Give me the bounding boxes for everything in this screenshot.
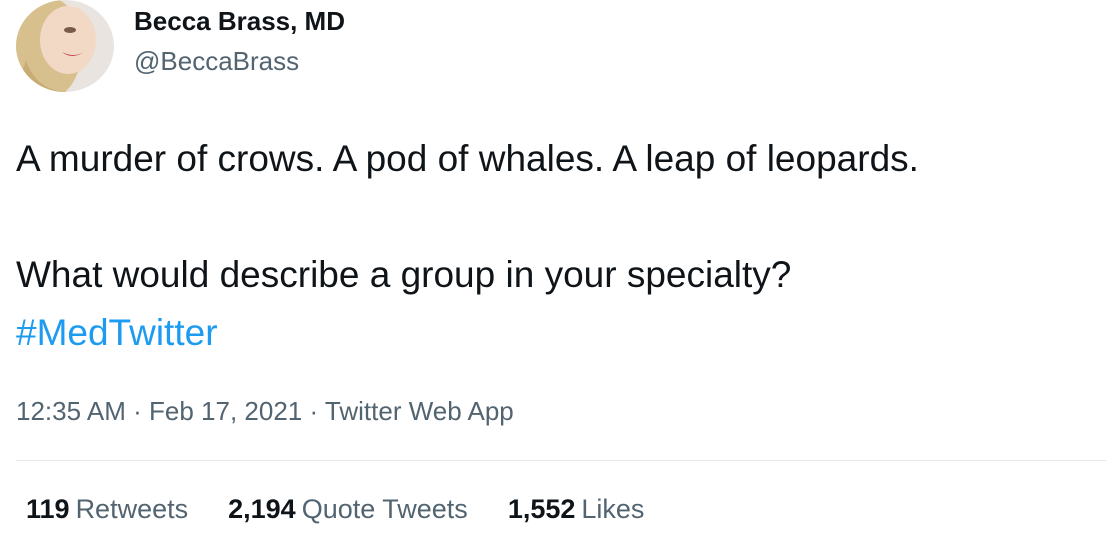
meta-separator: · — [309, 396, 319, 426]
author-handle[interactable]: @BeccaBrass — [134, 46, 299, 77]
author-name[interactable]: Becca Brass, MD — [134, 6, 345, 37]
quote-tweets-label: Quote Tweets — [301, 494, 468, 524]
quote-tweets-count: 2,194 — [228, 494, 296, 524]
likes-label: Likes — [581, 494, 645, 524]
meta-separator: · — [133, 396, 142, 426]
tweet-line-2: What would describe a group in your spec… — [16, 254, 792, 295]
likes-count: 1,552 — [507, 494, 576, 524]
tweet-source[interactable]: Twitter Web App — [325, 396, 514, 426]
retweets-label: Retweets — [75, 494, 189, 524]
tweet-time[interactable]: 12:35 AM — [16, 396, 126, 426]
tweet-stats: 119 Retweets 2,194 Quote Tweets 1,552 Likes — [26, 494, 644, 525]
tweet-line-1: A murder of crows. A pod of whales. A le… — [16, 138, 919, 179]
retweets-stat[interactable]: 119 Retweets — [26, 494, 188, 525]
quote-tweets-stat[interactable]: 2,194 Quote Tweets — [228, 494, 468, 525]
profile-photo-icon — [16, 0, 114, 92]
tweet-text: A murder of crows. A pod of whales. A le… — [16, 130, 1101, 362]
divider — [16, 460, 1106, 461]
retweets-count: 119 — [26, 494, 70, 524]
tweet-meta: 12:35 AM · Feb 17, 2021 · Twitter Web Ap… — [16, 396, 514, 427]
likes-stat[interactable]: 1,552 Likes — [508, 494, 645, 525]
author-avatar[interactable] — [16, 0, 114, 92]
hashtag-link[interactable]: #MedTwitter — [16, 312, 218, 353]
tweet-date[interactable]: Feb 17, 2021 — [149, 396, 302, 426]
